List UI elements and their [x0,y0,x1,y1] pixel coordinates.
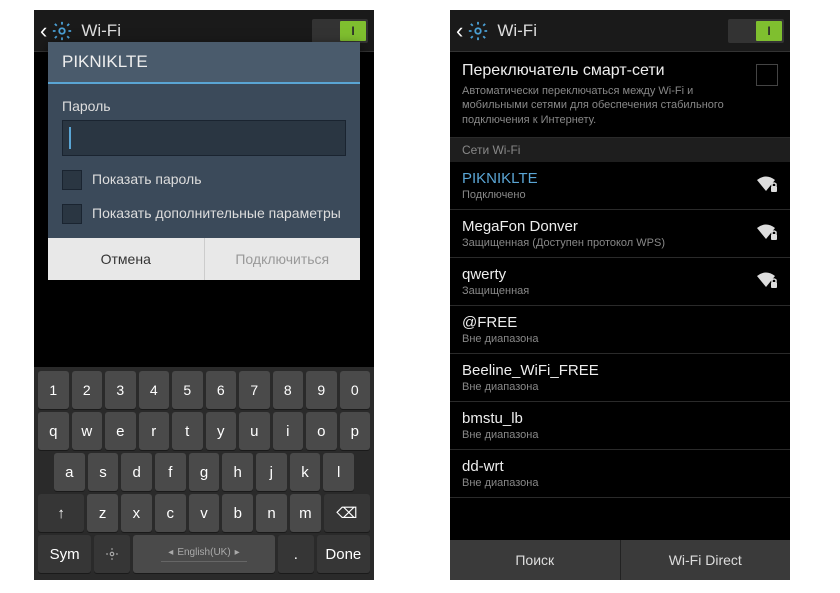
network-name: qwerty [462,266,754,283]
network-name: dd-wrt [462,458,778,475]
network-item[interactable]: PIKNIKLTE Подключено [450,162,790,210]
network-name: @FREE [462,314,778,331]
key-↑[interactable]: ↑ [38,494,84,532]
network-item[interactable]: qwerty Защищенная [450,258,790,306]
key-7[interactable]: 7 [239,371,270,409]
key-w[interactable]: w [72,412,103,450]
key-3[interactable]: 3 [105,371,136,409]
connect-button[interactable]: Подключиться [205,238,361,280]
space-key[interactable]: ◂English(UK)▸ [133,535,275,573]
network-item[interactable]: bmstu_lb Вне диапазона [450,402,790,450]
key-q[interactable]: q [38,412,69,450]
smart-switch-section[interactable]: Переключатель смарт-сети Автоматически п… [450,52,790,138]
key-6[interactable]: 6 [206,371,237,409]
cancel-button[interactable]: Отмена [48,238,205,280]
network-status: Вне диапазона [462,333,778,345]
network-status: Защищенная [462,285,754,297]
key-x[interactable]: x [121,494,152,532]
key-g[interactable]: g [189,453,220,491]
footer-buttons: Поиск Wi-Fi Direct [450,540,790,580]
wifi-toggle[interactable]: I [312,19,368,43]
smart-switch-desc: Автоматически переключаться между Wi-Fi … [462,84,748,127]
network-status: Вне диапазона [462,381,778,393]
key-y[interactable]: y [206,412,237,450]
key-v[interactable]: v [189,494,220,532]
key-c[interactable]: c [155,494,186,532]
back-icon[interactable]: ‹ [40,18,47,44]
wifi-signal-icon [754,221,778,246]
network-item[interactable]: dd-wrt Вне диапазона [450,450,790,498]
wifi-password-dialog: PIKNIKLTE Пароль Показать пароль Показат… [48,42,360,280]
password-input[interactable] [62,120,346,156]
dialog-title: PIKNIKLTE [48,42,360,84]
network-name: MegaFon Donver [462,218,754,235]
show-password-label: Показать пароль [92,170,202,188]
key-k[interactable]: k [290,453,321,491]
key-0[interactable]: 0 [340,371,371,409]
network-status: Подключено [462,189,754,201]
smart-switch-title: Переключатель смарт-сети [462,62,748,80]
key-r[interactable]: r [139,412,170,450]
key-s[interactable]: s [88,453,119,491]
key-1[interactable]: 1 [38,371,69,409]
key-9[interactable]: 9 [306,371,337,409]
network-item[interactable]: @FREE Вне диапазона [450,306,790,354]
wifi-toggle[interactable]: I [728,19,784,43]
key-i[interactable]: i [273,412,304,450]
key-d[interactable]: d [121,453,152,491]
settings-key[interactable] [94,535,130,573]
key-m[interactable]: m [290,494,321,532]
key-f[interactable]: f [155,453,186,491]
header-title: Wi-Fi [81,21,312,41]
key-4[interactable]: 4 [139,371,170,409]
show-advanced-label: Показать дополнительные параметры [92,204,341,222]
key-p[interactable]: p [340,412,371,450]
search-button[interactable]: Поиск [450,540,621,580]
key-5[interactable]: 5 [172,371,203,409]
header-bar: ‹ Wi-Fi I [450,10,790,52]
wifi-signal-icon [754,269,778,294]
key-l[interactable]: l [323,453,354,491]
smart-switch-checkbox[interactable] [756,64,778,86]
key-u[interactable]: u [239,412,270,450]
key-o[interactable]: o [306,412,337,450]
sym-key[interactable]: Sym [38,535,91,573]
network-status: Вне диапазона [462,477,778,489]
show-advanced-checkbox[interactable] [62,204,82,224]
key-a[interactable]: a [54,453,85,491]
key-n[interactable]: n [256,494,287,532]
network-item[interactable]: Beeline_WiFi_FREE Вне диапазона [450,354,790,402]
password-label: Пароль [62,98,346,114]
networks-section-header: Сети Wi-Fi [450,138,790,162]
done-key[interactable]: Done [317,535,370,573]
show-password-checkbox[interactable] [62,170,82,190]
key-j[interactable]: j [256,453,287,491]
back-icon[interactable]: ‹ [456,18,463,44]
network-name: Beeline_WiFi_FREE [462,362,778,379]
keyboard: 1234567890 qwertyuiop asdfghjkl ↑zxcvbnm… [34,367,374,580]
key-h[interactable]: h [222,453,253,491]
key-b[interactable]: b [222,494,253,532]
phone-screen-right: ‹ Wi-Fi I Переключатель смарт-сети Автом… [450,10,790,580]
network-name: PIKNIKLTE [462,170,754,187]
network-status: Вне диапазона [462,429,778,441]
network-name: bmstu_lb [462,410,778,427]
period-key[interactable]: . [278,535,314,573]
gear-icon[interactable] [467,20,489,42]
wifi-signal-icon [754,173,778,198]
network-status: Защищенная (Доступен протокол WPS) [462,237,754,249]
key-8[interactable]: 8 [273,371,304,409]
phone-screen-left: ‹ Wi-Fi I Поиск Wi-Fi Direct PIKNIKLTE П… [34,10,374,580]
key-2[interactable]: 2 [72,371,103,409]
key-⌫[interactable]: ⌫ [324,494,370,532]
wifi-direct-button[interactable]: Wi-Fi Direct [621,540,791,580]
key-t[interactable]: t [172,412,203,450]
key-z[interactable]: z [87,494,118,532]
key-e[interactable]: e [105,412,136,450]
header-title: Wi-Fi [497,21,728,41]
network-item[interactable]: MegaFon Donver Защищенная (Доступен прото… [450,210,790,258]
gear-icon[interactable] [51,20,73,42]
